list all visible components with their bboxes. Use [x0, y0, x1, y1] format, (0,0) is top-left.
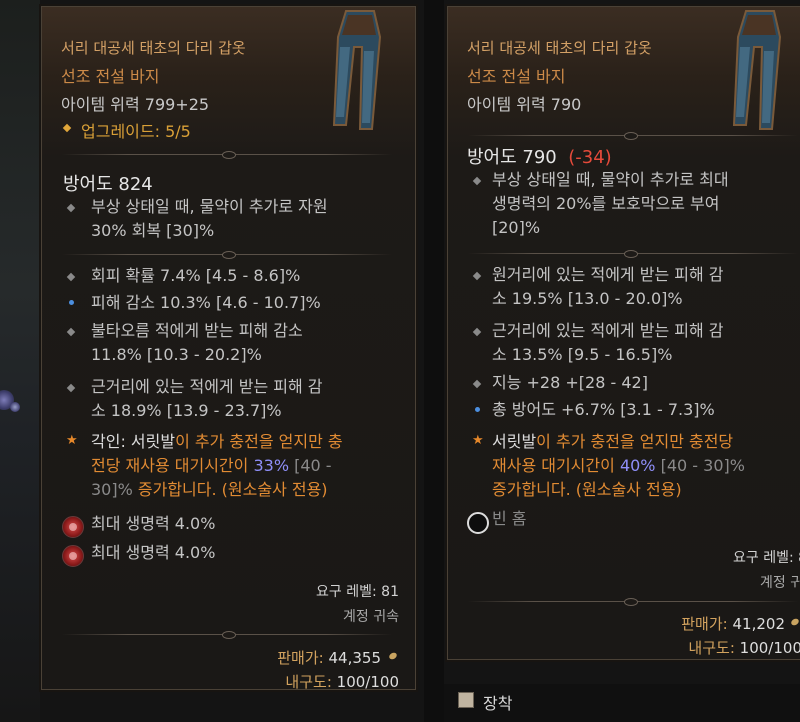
item-name: 서리 대공세 태초의 다리 갑옷	[467, 39, 652, 57]
required-level: 요구 레벨: 84	[733, 550, 800, 566]
equip-key-icon	[458, 692, 474, 708]
affix-close-line-2: 소 13.5% [9.5 - 16.5]%	[492, 345, 673, 364]
pants-item-icon	[332, 10, 382, 130]
item-power: 아이템 위력 790	[467, 95, 582, 114]
affix-total-armor: 총 방어도 +6.7% [3.1 - 7.3]%	[492, 400, 715, 419]
divider-ornament	[222, 251, 236, 259]
affix-bullet	[66, 383, 76, 393]
affix-close-line-1: 근거리에 있는 적에게 받는 피해 감	[492, 321, 724, 340]
item-type: 선조 전설 바지	[467, 67, 566, 86]
armor-value: 방어도 824	[63, 174, 153, 195]
ruby-gem-icon	[62, 545, 84, 567]
divider-ornament	[222, 151, 236, 159]
divider-ornament	[222, 631, 236, 639]
implicit-line-2: 30% 회복 [30]%	[91, 221, 215, 240]
upgrade-icon	[62, 123, 72, 133]
compared-item-tooltip: 서리 대공세 태초의 다리 갑옷 선조 전설 바지 아이템 위력 790 방어도…	[447, 6, 800, 660]
item-type: 선조 전설 바지	[61, 67, 160, 86]
empty-socket-label: 빈 홈	[492, 509, 527, 528]
divider-ornament	[624, 598, 638, 606]
panel-gap	[424, 0, 444, 722]
gem-stat-1: 최대 생명력 4.0%	[91, 514, 216, 533]
affix-burning-line-2: 11.8% [10.3 - 20.2]%	[91, 345, 262, 364]
pants-item-icon	[732, 10, 782, 130]
aspect-line-1: 서릿발이 추가 충전을 얻지만 충전당	[492, 432, 734, 451]
implicit-bullet	[66, 203, 76, 213]
affix-close-line-1: 근거리에 있는 적에게 받는 피해 감	[91, 377, 323, 396]
aspect-line-3: 증가합니다. (원소술사 전용)	[492, 480, 682, 499]
durability: 내구도: 100/100	[688, 639, 800, 657]
sell-price: 판매가: 41,202	[681, 615, 785, 633]
implicit-line-1: 부상 상태일 때, 물약이 추가로 자원	[91, 197, 328, 216]
affix-close-line-2: 소 18.9% [13.9 - 23.7]%	[91, 401, 282, 420]
implicit-line-2: 생명력의 20%를 보호막으로 부여	[492, 194, 720, 213]
aspect-line-2: 전당 재사용 대기시간이 33% [40 -	[91, 456, 332, 475]
item-power: 아이템 위력 799+25	[61, 95, 210, 114]
affix-damage-reduction: 피해 감소 10.3% [4.6 - 10.7]%	[91, 293, 321, 312]
gold-coin-icon	[790, 617, 800, 627]
required-level: 요구 레벨: 81	[316, 584, 399, 600]
empty-socket-icon	[467, 512, 489, 534]
affix-bullet	[66, 327, 76, 337]
divider-ornament	[624, 250, 638, 258]
affix-ranged-line-2: 소 19.5% [13.0 - 20.0]%	[492, 289, 683, 308]
affix-dodge: 회피 확률 7.4% [4.5 - 8.6]%	[91, 266, 301, 285]
affix-ranged-line-1: 원거리에 있는 적에게 받는 피해 감	[492, 265, 724, 284]
affix-bullet	[472, 271, 482, 281]
sell-price: 판매가: 44,355	[277, 649, 381, 667]
affix-bullet	[472, 379, 482, 389]
affix-bullet-greater	[475, 407, 480, 412]
equip-action[interactable]: 장착	[483, 690, 512, 714]
affix-intelligence: 지능 +28 +[28 - 42]	[492, 373, 648, 392]
ruby-gem-icon	[62, 516, 84, 538]
gem-stat-2: 최대 생명력 4.0%	[91, 543, 216, 562]
aspect-star-icon: ★	[472, 433, 484, 448]
upgrade-count: 업그레이드: 5/5	[81, 122, 191, 141]
item-name: 서리 대공세 태초의 다리 갑옷	[61, 39, 246, 57]
glow-orb-small	[10, 402, 20, 412]
account-bound: 계정 귀속	[760, 575, 800, 591]
background-scene-left	[0, 0, 40, 722]
durability: 내구도: 100/100	[285, 673, 399, 690]
affix-bullet	[66, 272, 76, 282]
implicit-line-1: 부상 상태일 때, 물약이 추가로 최대	[492, 170, 729, 189]
divider-ornament	[624, 132, 638, 140]
aspect-line-1: 각인: 서릿발이 추가 충전을 얻지만 충	[91, 432, 343, 451]
gold-coin-icon	[388, 651, 398, 661]
affix-bullet	[472, 327, 482, 337]
armor-diff: (-34)	[568, 147, 612, 168]
affix-bullet-greater	[69, 300, 74, 305]
aspect-line-2: 재사용 대기시간이 40% [40 - 30]%	[492, 456, 745, 475]
equipped-item-tooltip: 서리 대공세 태초의 다리 갑옷 선조 전설 바지 아이템 위력 799+25 …	[41, 6, 416, 690]
armor-value: 방어도 790 (-34)	[467, 147, 612, 168]
affix-burning-line-1: 불타오름 적에게 받는 피해 감소	[91, 321, 303, 340]
implicit-line-3: [20]%	[492, 218, 541, 237]
account-bound: 계정 귀속	[343, 609, 399, 625]
aspect-line-3: 30]% 증가합니다. (원소술사 전용)	[91, 480, 328, 499]
aspect-star-icon: ★	[66, 433, 78, 448]
implicit-bullet	[472, 176, 482, 186]
